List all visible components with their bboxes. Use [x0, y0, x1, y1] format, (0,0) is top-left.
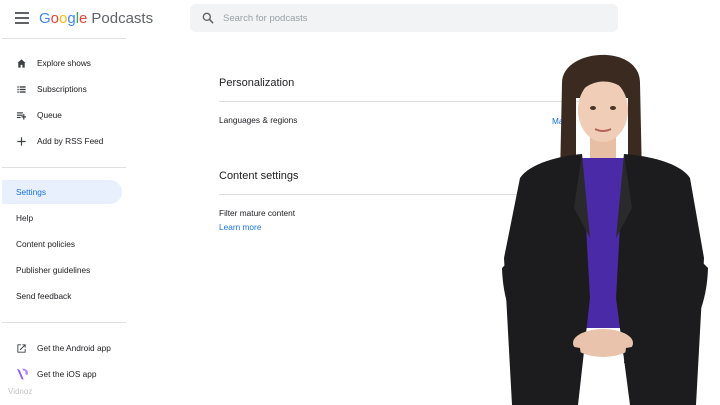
open-external-icon	[15, 342, 28, 355]
sidebar-item-subscriptions[interactable]: Subscriptions	[2, 77, 122, 101]
personalization-title: Personalization	[219, 77, 295, 89]
sidebar-item-android-app[interactable]: Get the Android app	[2, 336, 122, 360]
sidebar-item-label: Get the iOS app	[37, 369, 97, 379]
sidebar-item-label: Settings	[16, 187, 46, 197]
sidebar-item-label: Get the Android app	[37, 343, 111, 353]
sidebar-item-send-feedback[interactable]: Send feedback	[2, 284, 122, 308]
logo-product-name: Podcasts	[91, 10, 154, 27]
watermark-text: Vidnoz	[8, 387, 33, 396]
sidebar-item-add-rss[interactable]: Add by RSS Feed	[2, 129, 122, 153]
sidebar-item-publisher-guidelines[interactable]: Publisher guidelines	[2, 258, 122, 282]
search-icon[interactable]	[201, 11, 215, 25]
sidebar-item-label: Content policies	[16, 239, 76, 249]
filter-mature-content-label: Filter mature content	[219, 208, 296, 218]
sidebar-item-content-policies[interactable]: Content policies	[2, 232, 122, 256]
divider	[2, 38, 126, 39]
home-icon	[15, 57, 28, 70]
logo-letter: o	[50, 10, 60, 27]
vidnoz-logo-icon	[17, 368, 29, 380]
languages-regions-label: Languages & regions	[219, 115, 298, 125]
logo-letter: e	[79, 10, 88, 27]
sidebar-item-label: Explore shows	[37, 58, 91, 68]
sidebar-item-label: Add by RSS Feed	[37, 136, 104, 146]
sidebar: Explore shows Subscriptions Queue Add by…	[0, 38, 128, 405]
logo-letter: G	[39, 10, 51, 27]
content-settings-title: Content settings	[219, 170, 299, 182]
sidebar-item-label: Help	[16, 213, 34, 223]
sidebar-item-settings[interactable]: Settings	[2, 180, 122, 204]
search-bar[interactable]	[190, 4, 618, 32]
presenter-avatar	[502, 54, 708, 405]
sidebar-item-label: Send feedback	[16, 291, 72, 301]
list-icon	[15, 83, 28, 96]
sidebar-item-explore-shows[interactable]: Explore shows	[2, 51, 122, 75]
google-podcasts-logo[interactable]: Google Podcasts	[39, 10, 153, 27]
queue-icon	[15, 109, 28, 122]
sidebar-item-label: Publisher guidelines	[16, 265, 91, 275]
sidebar-item-queue[interactable]: Queue	[2, 103, 122, 127]
plus-icon	[15, 135, 28, 148]
divider	[2, 167, 126, 168]
search-input[interactable]	[223, 9, 603, 27]
logo-letter: g	[67, 10, 76, 27]
divider	[2, 322, 126, 323]
sidebar-item-label: Subscriptions	[37, 84, 87, 94]
learn-more-link[interactable]: Learn more	[219, 222, 261, 232]
menu-icon[interactable]	[15, 12, 29, 24]
sidebar-item-label: Queue	[37, 110, 62, 120]
sidebar-item-help[interactable]: Help	[2, 206, 122, 230]
